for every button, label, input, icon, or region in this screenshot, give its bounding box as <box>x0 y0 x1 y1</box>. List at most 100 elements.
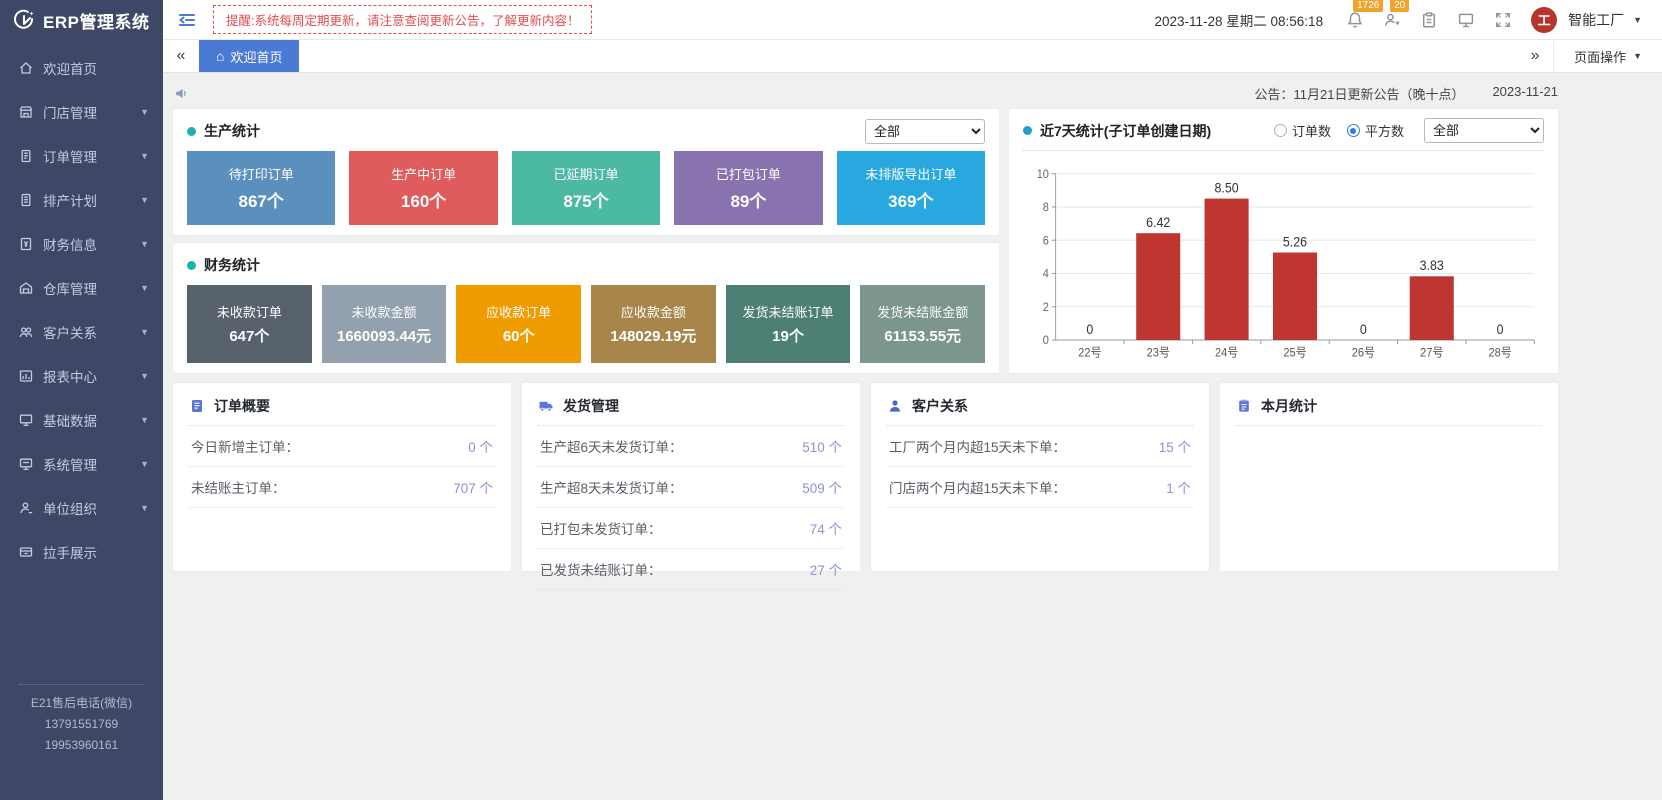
svg-text:23号: 23号 <box>1147 346 1170 360</box>
stat-card-shipped-unsettled-orders[interactable]: 发货未结账订单 19个 <box>726 285 851 363</box>
customers-icon <box>18 324 34 340</box>
finance-stats-panel: 财务统计 未收款订单 647个 未收款金额 1660093.44元 <box>173 243 999 373</box>
stat-card-delayed[interactable]: 已延期订单 875个 <box>512 151 660 225</box>
radio-circle-icon <box>1347 124 1360 137</box>
sidebar-item-home[interactable]: 欢迎首页 <box>0 46 163 90</box>
stat-card-packed[interactable]: 已打包订单 89个 <box>674 151 822 225</box>
summary-row-item[interactable]: 已打包未发货订单： 74 个 <box>538 508 844 549</box>
chevron-down-icon: ▼ <box>1633 51 1642 61</box>
panel-header: 客户关系 <box>887 392 1193 426</box>
erp-dashboard: ERP管理系统 提醒:系统每周定期更新，请注意查阅更新公告，了解更新内容！ 20… <box>0 0 1662 800</box>
datetime: 2023-11-28 星期二 08:56:18 <box>1154 10 1323 30</box>
chevron-down-icon: ▼ <box>140 371 149 381</box>
sidebar-nav: 欢迎首页 门店管理 ▼ 订单管理 ▼ 排产计划 ▼ 财务信息 ▼ <box>0 40 163 674</box>
blue-dot-icon <box>1023 126 1032 135</box>
summary-row-item[interactable]: 生产超8天未发货订单： 509 个 <box>538 467 844 508</box>
summary-row-item[interactable]: 生产超6天未发货订单： 510 个 <box>538 426 844 467</box>
row-value: 74 个 <box>810 518 842 538</box>
tabs-scroll-left-button[interactable]: « <box>163 40 199 72</box>
tabs-scroll-right-button[interactable]: » <box>1517 40 1553 72</box>
chevron-down-icon: ▼ <box>140 107 149 117</box>
customer-relations-panel: 客户关系 工厂两个月内超15天未下单： 15 个 门店两个月内超15天未下单： … <box>871 383 1209 571</box>
sidebar-item-reports[interactable]: 报表中心 ▼ <box>0 354 163 398</box>
fullscreen-button[interactable] <box>1494 0 1512 40</box>
production-filter-select[interactable]: 全部 <box>865 119 985 144</box>
summary-row-item[interactable]: 已发货未结账订单： 27 个 <box>538 549 844 590</box>
stat-card-unscheduled-export[interactable]: 未排版导出订单 369个 <box>837 151 985 225</box>
messages-button[interactable]: 20 <box>1383 0 1401 40</box>
summary-row-item[interactable]: 工厂两个月内超15天未下单： 15 个 <box>887 426 1193 467</box>
tab-bar: « ⌂ 欢迎首页 » 页面操作 ▼ <box>163 40 1662 73</box>
tasks-button[interactable] <box>1420 0 1438 40</box>
card-value: 1660093.44元 <box>337 325 431 346</box>
panel-title: 生产统计 <box>204 121 260 141</box>
main-area: « ⌂ 欢迎首页 » 页面操作 ▼ 公告：11月21日更新公告（晚十点） 2 0 2… <box>163 40 1662 800</box>
notifications-button[interactable]: 1726 <box>1346 0 1364 40</box>
user-add-icon <box>1383 11 1401 29</box>
sidebar-item-customers[interactable]: 客户关系 ▼ <box>0 310 163 354</box>
collapse-menu-icon[interactable] <box>177 10 197 30</box>
stat-card-receivable-amount[interactable]: 应收款金额 148029.19元 <box>591 285 716 363</box>
sidebar-item-handle-display[interactable]: 拉手展示 <box>0 530 163 574</box>
summary-row-item[interactable]: 未结账主订单： 707 个 <box>189 467 495 508</box>
user-name[interactable]: 智能工厂 <box>1568 10 1624 30</box>
top-bar-main: 提醒:系统每周定期更新，请注意查阅更新公告，了解更新内容！ 2023-11-28… <box>163 0 1662 40</box>
radio-order-count[interactable]: 订单数 <box>1274 121 1331 140</box>
stat-card-unpaid-amount[interactable]: 未收款金额 1660093.44元 <box>322 285 447 363</box>
sidebar-item-store[interactable]: 门店管理 ▼ <box>0 90 163 134</box>
chevron-down-icon: ▼ <box>140 283 149 293</box>
chevron-down-icon[interactable]: ▼ <box>1633 15 1642 25</box>
sidebar-item-production-plan[interactable]: 排产计划 ▼ <box>0 178 163 222</box>
stat-card-to-print[interactable]: 待打印订单 867个 <box>187 151 335 225</box>
home-icon: ⌂ <box>216 48 224 64</box>
radio-square-meters[interactable]: 平方数 <box>1347 121 1404 140</box>
display-button[interactable] <box>1457 0 1475 40</box>
home-icon <box>18 60 34 76</box>
row-value: 707 个 <box>453 477 493 497</box>
page-actions-label: 页面操作 <box>1574 47 1626 66</box>
svg-text:26号: 26号 <box>1352 346 1375 360</box>
row-value: 27 个 <box>810 559 842 579</box>
stat-card-unpaid-orders[interactable]: 未收款订单 647个 <box>187 285 312 363</box>
stat-card-receivable-orders[interactable]: 应收款订单 60个 <box>456 285 581 363</box>
tabbar-spacer <box>299 40 1517 72</box>
chevron-down-icon: ▼ <box>140 459 149 469</box>
bar-chart: 024681022号023号6.4224号8.5025号5.2626号027号3… <box>1023 151 1544 365</box>
sidebar-item-base-data[interactable]: 基础数据 ▼ <box>0 398 163 442</box>
logo-text: ERP管理系统 <box>43 8 149 33</box>
sidebar-item-organization[interactable]: 单位组织 ▼ <box>0 486 163 530</box>
sidebar: 欢迎首页 门店管理 ▼ 订单管理 ▼ 排产计划 ▼ 财务信息 ▼ <box>0 40 163 800</box>
sidebar-item-system[interactable]: 系统管理 ▼ <box>0 442 163 486</box>
announcement-text[interactable]: 公告：11月21日更新公告（晚十点） <box>1254 84 1464 103</box>
sidebar-item-warehouse[interactable]: 仓库管理 ▼ <box>0 266 163 310</box>
update-notice: 提醒:系统每周定期更新，请注意查阅更新公告，了解更新内容！ <box>213 5 592 34</box>
summary-row-item[interactable]: 今日新增主订单： 0 个 <box>189 426 495 467</box>
production-stats-panel: 生产统计 全部 待打印订单 867个 生产中订单 <box>173 109 999 235</box>
radio-label: 平方数 <box>1365 121 1404 140</box>
card-label: 发货未结账订单 <box>743 302 834 321</box>
support-phone-title: E21售后电话(微信) <box>0 693 163 714</box>
summary-row-item[interactable]: 门店两个月内超15天未下单： 1 个 <box>887 467 1193 508</box>
svg-text:2: 2 <box>1043 302 1049 314</box>
panel-header: 发货管理 <box>538 392 844 426</box>
svg-text:28号: 28号 <box>1489 346 1512 360</box>
production-cards: 待打印订单 867个 生产中订单 160个 已延期订单 875个 <box>187 151 985 225</box>
svg-text:25号: 25号 <box>1283 346 1306 360</box>
svg-text:0: 0 <box>1497 321 1504 337</box>
last-7-days-chart-panel: 近7天统计(子订单创建日期) 订单数 平方数 <box>1009 109 1558 373</box>
sidebar-item-label: 门店管理 <box>43 102 97 122</box>
stat-card-in-production[interactable]: 生产中订单 160个 <box>349 151 497 225</box>
avatar[interactable]: 工 <box>1531 7 1557 33</box>
card-value: 867个 <box>239 187 284 212</box>
bar-25号 <box>1273 253 1317 341</box>
base-data-icon <box>18 412 34 428</box>
sidebar-item-orders[interactable]: 订单管理 ▼ <box>0 134 163 178</box>
speaker-icon[interactable] <box>173 85 190 102</box>
chevron-down-icon: ▼ <box>140 415 149 425</box>
sidebar-item-finance[interactable]: 财务信息 ▼ <box>0 222 163 266</box>
panel-title: 财务统计 <box>204 255 260 275</box>
tab-welcome-home[interactable]: ⌂ 欢迎首页 <box>199 40 299 72</box>
chart-filter-select[interactable]: 全部 <box>1424 118 1544 143</box>
stat-card-shipped-unsettled-amount[interactable]: 发货未结账金额 61153.55元 <box>860 285 985 363</box>
page-actions-dropdown[interactable]: 页面操作 ▼ <box>1553 40 1662 72</box>
